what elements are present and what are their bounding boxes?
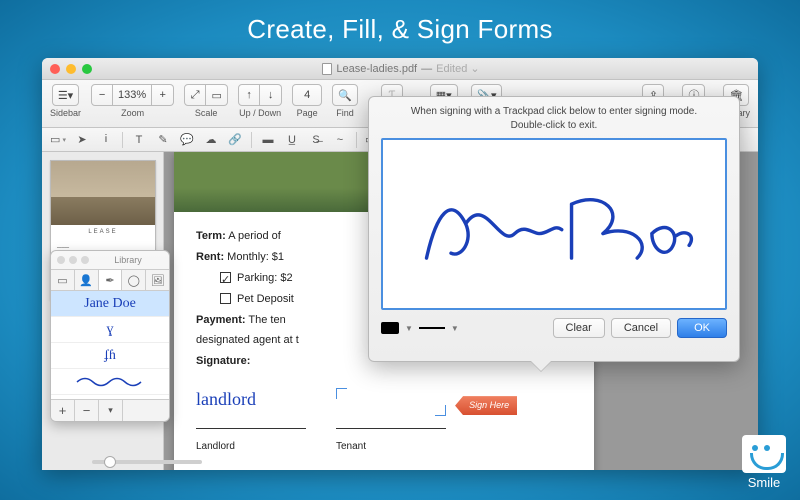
page-up-button[interactable]: ↑ [238, 84, 260, 106]
brand-badge: Smile [742, 435, 786, 490]
pointer-tool[interactable]: ➤ [72, 131, 92, 149]
petdeposit-label: Pet Deposit [237, 293, 294, 305]
updown-label: Up / Down [239, 108, 281, 118]
text-tool[interactable]: T [129, 131, 149, 149]
minimize-icon[interactable] [66, 64, 76, 74]
landlord-role: Landlord [196, 437, 306, 456]
tenant-signature-field[interactable] [336, 388, 446, 416]
payment-label: Payment: [196, 314, 246, 326]
callout-tool[interactable]: ☁ [201, 131, 221, 149]
parking-checkbox[interactable] [220, 272, 231, 283]
signature-label: Signature: [196, 355, 250, 367]
text-select-tool[interactable]: Ꭵ [96, 131, 116, 149]
squiggle-tool[interactable]: ~ [330, 131, 350, 149]
clear-button[interactable]: Clear [553, 318, 605, 338]
rent-text: Monthly: $1 [227, 251, 284, 263]
landlord-signature: landlord [196, 382, 306, 416]
sig-line-weight[interactable] [419, 327, 445, 329]
toolbar-zoom-group: − 133% + Zoom [91, 84, 174, 118]
thumbnail-size-slider[interactable] [92, 460, 202, 464]
rent-label: Rent: [196, 251, 224, 263]
hero-tagline: Create, Fill, & Sign Forms [0, 0, 800, 55]
scale-actual-button[interactable]: ▭ [206, 84, 228, 106]
library-tab-people[interactable]: 👤 [75, 270, 99, 290]
toolbar-updown-group: ↑ ↓ Up / Down [238, 84, 282, 118]
title-separator: — [421, 63, 432, 75]
cancel-button[interactable]: Cancel [611, 318, 671, 338]
library-tab-stamps[interactable]: ▭ [51, 270, 75, 290]
window-controls [50, 64, 92, 74]
library-item[interactable]: ɣ [51, 317, 169, 343]
zoom-out-button[interactable]: − [91, 84, 113, 106]
library-tabs: ▭ 👤 ✒ ◯ 🖼 [51, 269, 169, 291]
brand-name: Smile [742, 475, 786, 490]
library-footer: + − ▾ [51, 399, 169, 421]
titlebar: Lease-ladies.pdf — Edited ⌄ [42, 58, 758, 80]
note-tool[interactable]: ✎ [153, 131, 173, 149]
select-tool[interactable]: ▭ [48, 131, 68, 149]
library-tab-shapes[interactable]: ◯ [122, 270, 146, 290]
zoom-label: Zoom [121, 108, 144, 118]
toolbar-page-group: 4 Page [292, 84, 322, 118]
library-item[interactable] [51, 369, 169, 395]
chevron-down-icon: ▼ [451, 324, 459, 333]
term-text: A period of [228, 230, 281, 242]
library-title: Library [93, 255, 163, 265]
library-panel: Library ▭ 👤 ✒ ◯ 🖼 Jane Doe ɣ ʄɦ + − ▾ [50, 250, 170, 422]
sidebar-toggle-button[interactable]: ☰▾ [52, 84, 79, 106]
smile-logo-icon [742, 435, 786, 473]
find-button[interactable]: 🔍 [332, 84, 358, 106]
signature-instructions: When signing with a Trackpad click below… [369, 97, 739, 138]
toolbar-scale-group: ⤢ ▭ Scale [184, 84, 228, 118]
find-label: Find [336, 108, 354, 118]
link-tool[interactable]: 🔗 [225, 131, 245, 149]
page-label: Page [297, 108, 318, 118]
page-field[interactable]: 4 [292, 84, 322, 106]
petdeposit-checkbox[interactable] [220, 293, 231, 304]
signature-controls-row: ▼ ▼ Clear Cancel OK [369, 310, 739, 346]
parking-label: Parking: $2 [237, 272, 293, 284]
scale-fit-button[interactable]: ⤢ [184, 84, 206, 106]
window-title: Lease-ladies.pdf [336, 63, 417, 75]
zoom-in-button[interactable]: + [152, 84, 174, 106]
chevron-down-icon: ▼ [405, 324, 413, 333]
library-tab-images[interactable]: 🖼 [146, 270, 169, 290]
thumb-caption: LEASE [51, 229, 155, 235]
library-item[interactable]: ʄɦ [51, 343, 169, 369]
term-label: Term: [196, 230, 226, 242]
library-remove-button[interactable]: − [75, 400, 99, 421]
sidebar-label: Sidebar [50, 108, 81, 118]
document-icon [322, 63, 332, 75]
scale-label: Scale [195, 108, 218, 118]
underline-tool[interactable]: U̲ [282, 131, 302, 149]
library-tab-signatures[interactable]: ✒ [99, 270, 123, 290]
edited-status: Edited ⌄ [436, 62, 479, 75]
library-list: Jane Doe ɣ ʄɦ [51, 291, 169, 399]
payment-text: The ten [248, 314, 285, 326]
highlight-tool[interactable]: ▬ [258, 131, 278, 149]
ok-button[interactable]: OK [677, 318, 727, 338]
toolbar-find-group: 🔍 Find [332, 84, 358, 118]
strike-tool[interactable]: S̶ [306, 131, 326, 149]
zoom-icon[interactable] [82, 64, 92, 74]
library-more-button[interactable]: ▾ [99, 400, 123, 421]
page-down-button[interactable]: ↓ [260, 84, 282, 106]
signature-popover: When signing with a Trackpad click below… [368, 96, 740, 362]
tenant-role: Tenant [336, 437, 572, 456]
payment-text2: designated agent at t [196, 334, 299, 346]
signature-pad[interactable] [381, 138, 727, 310]
library-add-button[interactable]: + [51, 400, 75, 421]
toolbar-sidebar-group: ☰▾ Sidebar [50, 84, 81, 118]
library-item[interactable]: Jane Doe [51, 291, 169, 317]
sign-here-stamp: Sign Here [455, 396, 517, 415]
zoom-value[interactable]: 133% [113, 84, 152, 106]
comment-tool[interactable]: 💬 [177, 131, 197, 149]
close-icon[interactable] [50, 64, 60, 74]
sig-color-swatch[interactable] [381, 322, 399, 334]
